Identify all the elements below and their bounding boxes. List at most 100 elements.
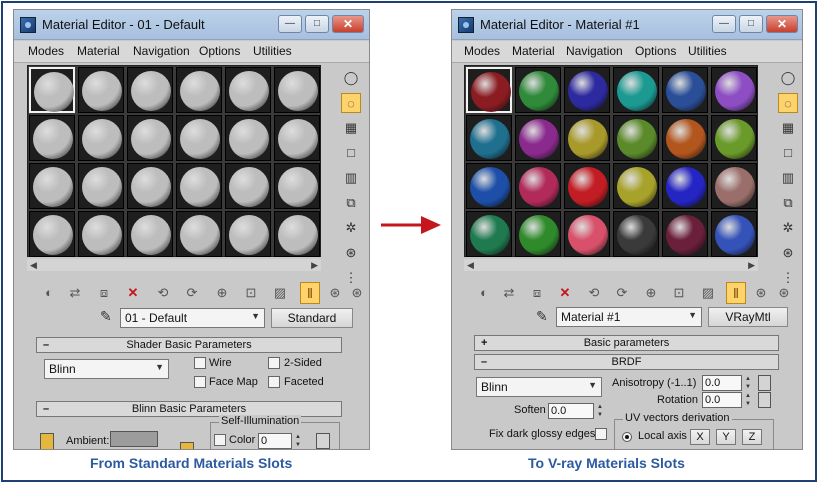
backlight-icon[interactable]: ◌ xyxy=(778,93,798,113)
eyedropper-icon[interactable]: ✎ xyxy=(536,308,548,325)
left-material-slot-21[interactable] xyxy=(127,211,173,257)
fix-glossy-edges-checkbox[interactable] xyxy=(595,428,607,440)
close-icon[interactable]: ✕ xyxy=(766,15,798,33)
self-illum-color-checkbox[interactable] xyxy=(214,434,226,446)
get-material-icon[interactable]: ◐ xyxy=(474,282,494,304)
right-material-slot-9[interactable] xyxy=(564,115,610,161)
brdf-type-dropdown[interactable]: Blinn ▼ xyxy=(476,377,602,397)
right-material-slot-2[interactable] xyxy=(515,67,561,113)
menu-utilities[interactable]: Utilities xyxy=(253,44,292,58)
material-type-button[interactable]: Standard xyxy=(271,308,353,328)
eyedropper-icon[interactable]: ✎ xyxy=(100,308,112,325)
maximize-icon[interactable]: □ xyxy=(739,15,763,33)
right-material-slot-11[interactable] xyxy=(662,115,708,161)
menu-navigation[interactable]: Navigation xyxy=(566,44,623,58)
right-material-slot-23[interactable] xyxy=(662,211,708,257)
spinner-arrows-icon[interactable]: ▲ ▼ xyxy=(293,433,303,449)
options-icon[interactable]: ✲ xyxy=(341,218,361,238)
self-illum-value-field[interactable]: 0 xyxy=(258,433,292,449)
put-to-scene-icon[interactable]: ⇄ xyxy=(499,282,519,304)
shader-basic-parameters-rollout[interactable]: – Shader Basic Parameters xyxy=(36,337,342,353)
left-material-slot-18[interactable] xyxy=(274,163,320,209)
left-material-slot-17[interactable] xyxy=(225,163,271,209)
shader-type-dropdown[interactable]: Blinn ▼ xyxy=(44,359,169,379)
left-material-slot-6[interactable] xyxy=(274,67,320,113)
menu-navigation[interactable]: Navigation xyxy=(133,44,190,58)
left-material-slot-16[interactable] xyxy=(176,163,222,209)
left-material-slot-4[interactable] xyxy=(176,67,222,113)
spinner-arrows-icon[interactable]: ▲ ▼ xyxy=(595,403,605,419)
make-unique-icon[interactable]: ⟳ xyxy=(612,282,632,304)
right-horizontal-scrollbar[interactable]: ◀ ▶ xyxy=(464,259,758,271)
soften-field[interactable]: 0.0 xyxy=(548,403,594,419)
rotation-field[interactable]: 0.0 xyxy=(702,392,742,408)
backlight-icon[interactable]: ◌ xyxy=(341,93,361,113)
make-preview-icon[interactable]: ⧉ xyxy=(341,193,361,213)
two-sided-checkbox[interactable] xyxy=(268,357,280,369)
make-unique-icon[interactable]: ⟳ xyxy=(182,282,202,304)
make-copy-icon[interactable]: ⟲ xyxy=(584,282,604,304)
right-material-slot-21[interactable] xyxy=(564,211,610,257)
axis-z-button[interactable]: Z xyxy=(742,429,762,445)
make-copy-icon[interactable]: ⟲ xyxy=(153,282,173,304)
right-material-slot-17[interactable] xyxy=(662,163,708,209)
left-material-slot-2[interactable] xyxy=(78,67,124,113)
make-preview-icon[interactable]: ⧉ xyxy=(778,193,798,213)
right-material-slot-4[interactable] xyxy=(613,67,659,113)
options-icon[interactable]: ✲ xyxy=(778,218,798,238)
left-material-slot-8[interactable] xyxy=(78,115,124,161)
uv-tiling-icon[interactable]: □ xyxy=(341,143,361,163)
local-axis-radio[interactable] xyxy=(622,432,632,442)
scroll-right-icon[interactable]: ▶ xyxy=(311,259,318,271)
material-id-channel-icon[interactable]: ⊡ xyxy=(669,282,689,304)
right-material-slot-6[interactable] xyxy=(711,67,757,113)
menu-modes[interactable]: Modes xyxy=(28,44,64,58)
menu-material[interactable]: Material xyxy=(512,44,555,58)
face-map-checkbox[interactable] xyxy=(194,376,206,388)
left-material-name-field[interactable]: 01 - Default ▼ xyxy=(120,308,265,328)
anisotropy-map-button[interactable] xyxy=(758,375,771,391)
right-material-slot-10[interactable] xyxy=(613,115,659,161)
right-material-slot-3[interactable] xyxy=(564,67,610,113)
scroll-left-icon[interactable]: ◀ xyxy=(30,259,37,271)
left-material-slot-23[interactable] xyxy=(225,211,271,257)
left-material-slot-10[interactable] xyxy=(176,115,222,161)
left-material-slot-24[interactable] xyxy=(274,211,320,257)
menu-options[interactable]: Options xyxy=(635,44,676,58)
left-material-slot-7[interactable] xyxy=(29,115,75,161)
show-map-in-viewport-icon[interactable]: ▨ xyxy=(698,282,718,304)
left-material-slot-20[interactable] xyxy=(78,211,124,257)
video-color-check-icon[interactable]: ▥ xyxy=(341,168,361,188)
sample-type-icon[interactable]: ◯ xyxy=(778,68,798,88)
left-title-bar[interactable]: Material Editor - 01 - Default — □ ✕ xyxy=(14,10,369,40)
show-map-in-viewport-icon[interactable]: ▨ xyxy=(270,282,290,304)
minimize-icon[interactable]: — xyxy=(278,15,302,33)
left-material-slot-14[interactable] xyxy=(78,163,124,209)
left-material-slot-3[interactable] xyxy=(127,67,173,113)
left-material-slot-15[interactable] xyxy=(127,163,173,209)
right-material-slot-15[interactable] xyxy=(564,163,610,209)
left-material-slot-5[interactable] xyxy=(225,67,271,113)
left-material-slot-13[interactable] xyxy=(29,163,75,209)
right-material-slot-5[interactable] xyxy=(662,67,708,113)
rotation-map-button[interactable] xyxy=(758,392,771,408)
ambient-color-swatch[interactable] xyxy=(110,431,158,447)
assign-to-selection-icon[interactable]: ⧈ xyxy=(527,282,547,304)
go-forward-to-sibling-icon[interactable]: ⊛ xyxy=(774,282,794,304)
get-material-icon[interactable]: ◐ xyxy=(39,282,59,304)
show-end-result-icon[interactable]: ⫴ xyxy=(726,282,746,304)
close-icon[interactable]: ✕ xyxy=(332,15,364,33)
background-icon[interactable]: ▦ xyxy=(778,118,798,138)
right-material-slot-20[interactable] xyxy=(515,211,561,257)
right-material-slot-22[interactable] xyxy=(613,211,659,257)
brdf-rollout[interactable]: – BRDF xyxy=(474,354,779,370)
go-to-parent-icon[interactable]: ⊛ xyxy=(325,282,345,304)
right-material-name-field[interactable]: Material #1 ▼ xyxy=(556,307,702,327)
right-material-slot-12[interactable] xyxy=(711,115,757,161)
left-material-slot-9[interactable] xyxy=(127,115,173,161)
axis-x-button[interactable]: X xyxy=(690,429,710,445)
right-material-slot-19[interactable] xyxy=(466,211,512,257)
right-material-slot-14[interactable] xyxy=(515,163,561,209)
video-color-check-icon[interactable]: ▥ xyxy=(778,168,798,188)
scroll-right-icon[interactable]: ▶ xyxy=(748,259,755,271)
